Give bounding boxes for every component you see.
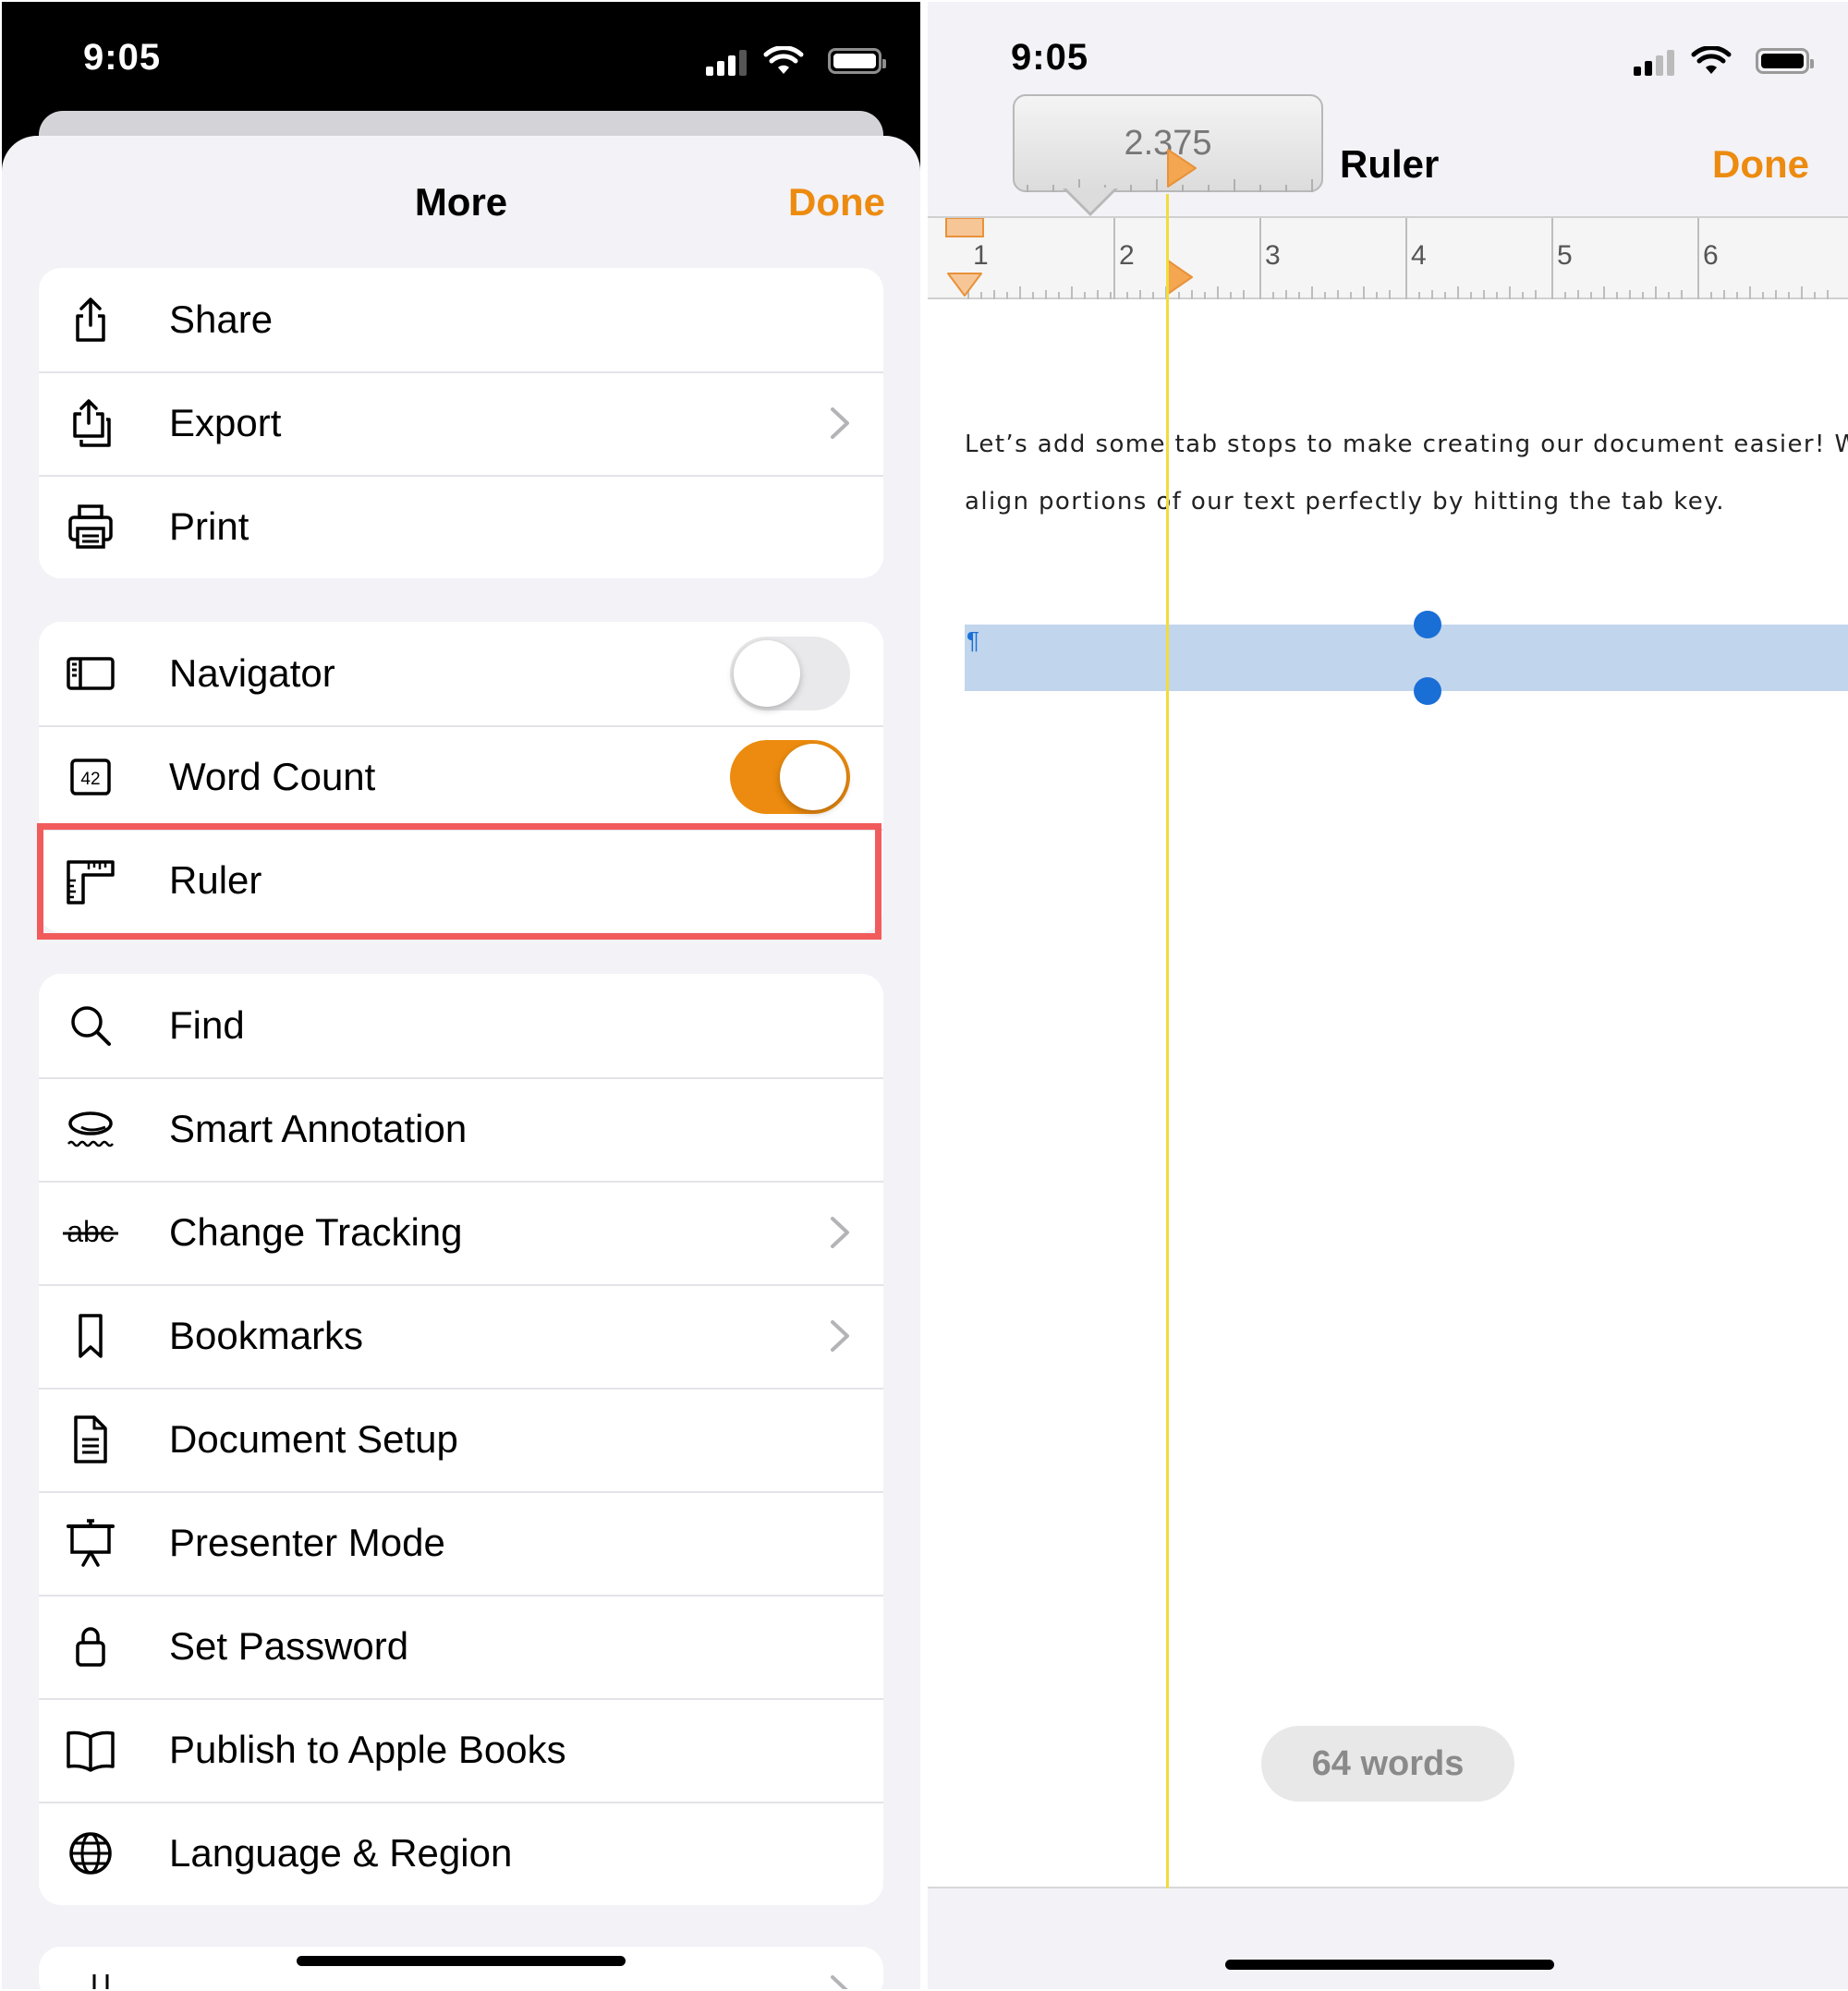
tooltip-tab-marker xyxy=(1167,149,1197,188)
menu-item-label: Presenter Mode xyxy=(169,1521,445,1564)
menu-group-share: Share Export Print xyxy=(39,268,883,578)
tab-position-tooltip: 2.375 xyxy=(1013,94,1323,192)
chevron-right-icon xyxy=(831,1975,848,1989)
ruler-number: 4 xyxy=(1411,240,1427,271)
menu-item-label: Change Tracking xyxy=(169,1210,463,1254)
menu-item-set-password[interactable]: Set Password xyxy=(39,1595,883,1698)
word-count-icon: 42 xyxy=(63,749,118,805)
menu-group-tools: Find Smart Annotation abc Change Trackin… xyxy=(39,974,883,1905)
first-line-indent-marker[interactable] xyxy=(944,218,985,238)
home-indicator xyxy=(297,1956,626,1966)
document-icon xyxy=(63,1412,118,1467)
menu-item-label: Language & Region xyxy=(169,1831,513,1875)
menu-item-label: Set Password xyxy=(169,1624,409,1668)
menu-item-smart-annotation[interactable]: Smart Annotation xyxy=(39,1077,883,1181)
chevron-right-icon xyxy=(831,407,849,439)
menu-item-document-setup[interactable]: Document Setup xyxy=(39,1388,883,1491)
menu-item-navigator[interactable]: Navigator xyxy=(39,622,883,725)
document-page[interactable]: Let’s add some tab stops to make creatin… xyxy=(928,299,1848,1888)
selection-handle-top[interactable] xyxy=(1414,611,1441,638)
status-bar: 9:05 xyxy=(2,2,920,117)
menu-item-publish-books[interactable]: Publish to Apple Books xyxy=(39,1698,883,1802)
selection-handle-bottom[interactable] xyxy=(1414,677,1441,705)
menu-item-bookmarks[interactable]: Bookmarks xyxy=(39,1284,883,1388)
menu-item-label: Word Count xyxy=(169,755,376,798)
battery-icon xyxy=(828,48,886,74)
sheet-title: More xyxy=(414,180,508,224)
partial-icon xyxy=(92,1974,109,1989)
printer-icon xyxy=(63,499,118,554)
presenter-icon xyxy=(63,1515,118,1571)
menu-item-label: Export xyxy=(169,401,282,444)
svg-text:abc: abc xyxy=(67,1215,115,1248)
menu-item-ruler[interactable]: Ruler xyxy=(39,829,883,932)
ruler-number: 6 xyxy=(1703,240,1719,271)
tab-alignment-guide xyxy=(1166,194,1169,1888)
ruler-number: 3 xyxy=(1265,240,1281,271)
menu-item-language-region[interactable]: Language & Region xyxy=(39,1802,883,1905)
ruler-number: 2 xyxy=(1119,240,1135,271)
document-text-line[interactable]: Let’s add some tab stops to make creatin… xyxy=(965,431,1848,458)
menu-item-presenter-mode[interactable]: Presenter Mode xyxy=(39,1491,883,1595)
ruler-document-screen: 9:05 Ruler Done 1 2 3 4 5 6 2.375 Let’s … xyxy=(928,2,1848,1989)
text-selection[interactable] xyxy=(965,625,1848,691)
export-icon xyxy=(63,395,118,451)
home-indicator xyxy=(1225,1960,1554,1970)
menu-item-word-count[interactable]: 42 Word Count xyxy=(39,725,883,829)
menu-item-share[interactable]: Share xyxy=(39,268,883,371)
bookmark-icon xyxy=(63,1308,118,1364)
more-sheet: More Done Share Export Print Navigator 4… xyxy=(2,136,920,1989)
more-menu-screen: 9:05 More Done Share Export Print Naviga… xyxy=(2,2,920,1989)
status-icons xyxy=(706,46,886,78)
menu-item-label: Navigator xyxy=(169,651,335,695)
menu-item-change-tracking[interactable]: abc Change Tracking xyxy=(39,1181,883,1284)
magnifier-icon xyxy=(63,998,118,1053)
globe-icon xyxy=(63,1826,118,1881)
ruler-number: 5 xyxy=(1557,240,1573,271)
strikethrough-abc-icon: abc xyxy=(63,1205,118,1260)
status-icons xyxy=(1634,46,1814,78)
navigator-toggle[interactable] xyxy=(730,637,850,710)
chevron-right-icon xyxy=(831,1217,849,1248)
menu-group-view: Navigator 42 Word Count Ruler xyxy=(39,622,883,932)
left-indent-marker[interactable] xyxy=(946,272,983,297)
status-time: 9:05 xyxy=(1011,37,1089,78)
wifi-icon xyxy=(763,46,804,74)
menu-item-label: Print xyxy=(169,504,249,548)
book-icon xyxy=(63,1722,118,1778)
menu-item-label: Document Setup xyxy=(169,1417,458,1461)
menu-item-label: Ruler xyxy=(169,858,262,902)
document-text-line[interactable]: align portions of our text perfectly by … xyxy=(965,488,1725,516)
menu-item-label: Smart Annotation xyxy=(169,1107,468,1150)
lock-icon xyxy=(63,1619,118,1674)
ruler-number: 1 xyxy=(973,240,989,271)
sidebar-icon xyxy=(63,646,118,701)
done-button[interactable]: Done xyxy=(1712,142,1809,187)
status-time: 9:05 xyxy=(83,37,162,78)
svg-text:42: 42 xyxy=(80,770,100,789)
done-button[interactable]: Done xyxy=(788,180,885,225)
menu-item-label: Bookmarks xyxy=(169,1314,364,1357)
tab-stop-marker[interactable] xyxy=(1166,259,1194,296)
menu-item-label: Share xyxy=(169,297,274,341)
annotation-icon xyxy=(63,1101,118,1157)
menu-item-export[interactable]: Export xyxy=(39,371,883,475)
word-count-badge[interactable]: 64 words xyxy=(1261,1726,1514,1802)
menu-item-find[interactable]: Find xyxy=(39,974,883,1077)
share-icon xyxy=(63,292,118,347)
menu-item-label: Publish to Apple Books xyxy=(169,1728,566,1771)
ruler-title: Ruler xyxy=(1340,142,1440,186)
battery-icon xyxy=(1756,48,1814,74)
ruler-icon xyxy=(63,853,118,908)
wifi-icon xyxy=(1691,46,1732,74)
tooltip-pointer-fill xyxy=(1065,188,1115,212)
menu-item-label: Find xyxy=(169,1003,245,1047)
paragraph-mark: ¶ xyxy=(967,626,979,654)
screenshot-root: 9:05 More Done Share Export Print Naviga… xyxy=(0,0,1848,1991)
menu-group-next xyxy=(39,1947,883,1989)
menu-item-print[interactable]: Print xyxy=(39,475,883,578)
chevron-right-icon xyxy=(831,1320,849,1352)
ruler-bar[interactable]: 1 2 3 4 5 6 xyxy=(928,216,1848,299)
word-count-toggle[interactable] xyxy=(730,740,850,814)
